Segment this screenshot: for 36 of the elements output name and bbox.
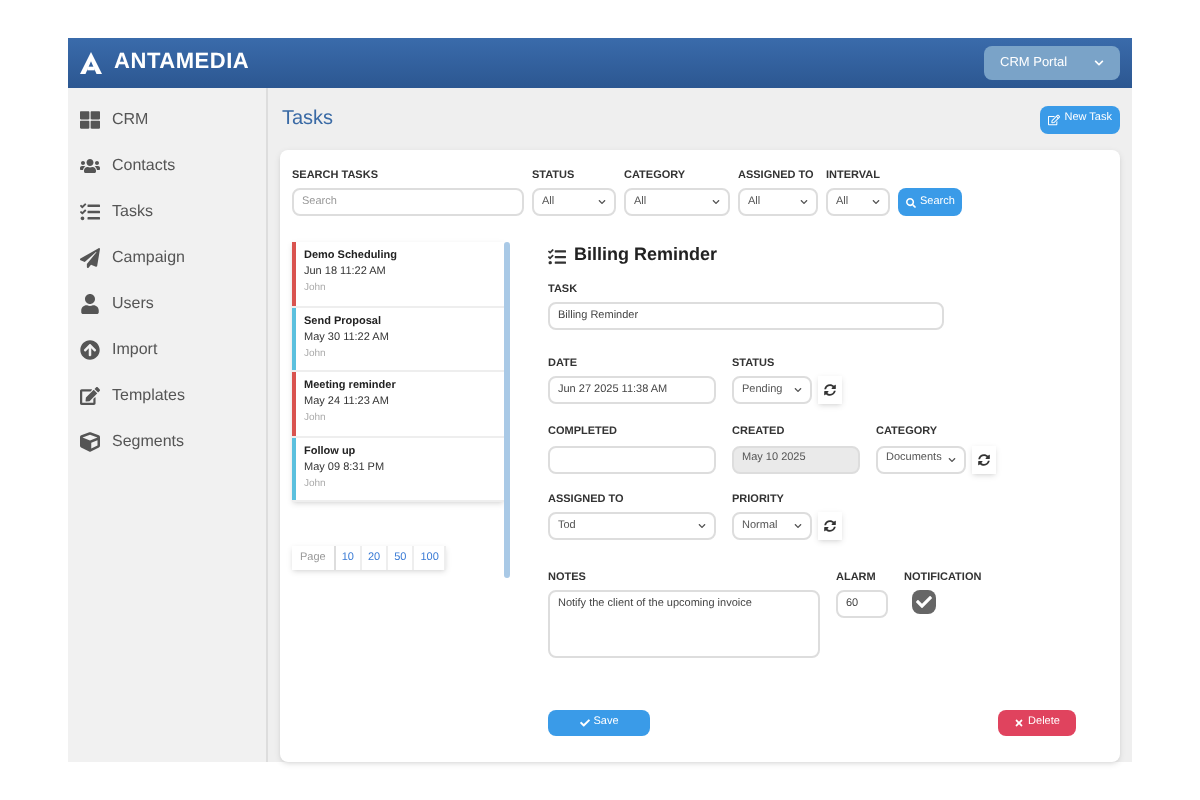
chevron-icon: [948, 455, 956, 463]
upload-icon: [80, 339, 100, 359]
page-title: Tasks: [282, 106, 334, 134]
text-field[interactable]: [548, 445, 716, 473]
search-icon: [906, 197, 916, 208]
sidebar-item[interactable]: CRM: [80, 104, 266, 134]
sidebar-item[interactable]: Tasks: [80, 196, 266, 226]
sidebar-item[interactable]: Templates: [80, 380, 266, 410]
paper-plane-icon: [80, 247, 100, 267]
list-icon: [80, 201, 100, 221]
sidebar-item[interactable]: Users: [80, 288, 266, 318]
refresh-icon: [978, 453, 990, 465]
people-icon: [80, 155, 100, 175]
check-icon: [579, 718, 590, 728]
close-icon: [1014, 718, 1025, 728]
cube-icon: [80, 431, 100, 451]
checkbox[interactable]: [912, 590, 936, 614]
grid-icon: [80, 109, 100, 129]
edit-icon: [80, 385, 100, 405]
sidebar-item[interactable]: Campaign: [80, 242, 266, 272]
sidebar-item[interactable]: Import: [80, 334, 266, 364]
refresh-icon: [824, 519, 836, 532]
sidebar-item[interactable]: Segments: [80, 426, 266, 456]
chevron-icon: [1094, 58, 1104, 68]
list-icon: [548, 247, 566, 265]
sidebar-item[interactable]: Contacts: [80, 150, 266, 180]
logo-icon: [80, 52, 102, 74]
edit-icon: [1048, 113, 1061, 125]
refresh-button[interactable]: [972, 445, 996, 473]
refresh-icon: [824, 384, 836, 397]
refresh-button[interactable]: [818, 511, 842, 540]
detail-title: Billing Reminder: [574, 242, 718, 269]
user-icon: [80, 293, 100, 313]
refresh-button[interactable]: [818, 376, 842, 405]
check-icon: [916, 594, 932, 610]
logo-text: ANTAMEDIA: [114, 48, 250, 79]
